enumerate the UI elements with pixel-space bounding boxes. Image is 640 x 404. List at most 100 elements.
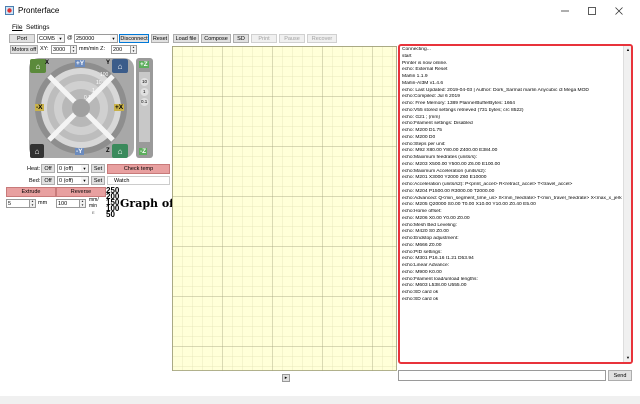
extrude-speed-unit-2: min	[89, 203, 98, 209]
xy-feedrate-spinner[interactable]: ▲ ▼	[70, 46, 76, 53]
disconnect-button[interactable]: Disconnect	[119, 34, 149, 43]
extrude-length-unit: mm	[38, 200, 48, 206]
home-y-button[interactable]: ⌂	[112, 59, 128, 73]
port-select[interactable]: COM5 ▼	[37, 34, 65, 43]
jog-y-plus[interactable]: +Y	[75, 60, 86, 67]
reset-button[interactable]: Reset	[151, 34, 169, 43]
extruder-e-label: E	[92, 210, 95, 215]
bed-select[interactable]: 0 (off) ▼	[57, 176, 89, 185]
console-line: echo: M900 K0.00	[402, 269, 442, 275]
jog-ring-0-1[interactable]: 0.1	[84, 95, 91, 101]
corner-y-label: Y	[106, 60, 111, 66]
console-line: echo: M203 X500.00 Y500.00 Z6.00 E100.00	[402, 161, 501, 167]
jog-ring-1[interactable]: 1	[92, 88, 95, 94]
jog-x-plus[interactable]: +X	[114, 104, 125, 111]
chevron-down-icon: ▼	[81, 165, 88, 172]
console-line: echo:Mesh Bed Leveling:	[402, 222, 457, 228]
compose-button[interactable]: Compose	[201, 34, 231, 43]
z-feedrate-value: 200	[113, 46, 123, 53]
print-bed-preview[interactable]	[172, 46, 397, 371]
scroll-up-icon[interactable]: ▲	[624, 46, 631, 54]
check-temp-button[interactable]: Check temp	[107, 164, 170, 174]
z-jog-control[interactable]	[136, 58, 153, 158]
console-line: echo: M205 Q20000 S0.00 T0.00 X10.00 Y10…	[402, 202, 536, 208]
baud-value: 250000	[76, 35, 95, 42]
menu-file[interactable]: File	[12, 24, 22, 31]
console-line: echo:Steps per unit:	[402, 141, 446, 147]
z-feedrate-spinner[interactable]: ▲ ▼	[130, 46, 136, 53]
minimize-button[interactable]	[558, 4, 572, 18]
print-button[interactable]: Print	[251, 34, 277, 43]
extrude-length-input[interactable]: 5 ▲ ▼	[6, 199, 36, 208]
home-icon: ⌂	[35, 61, 41, 71]
console-line: echo:PID settings:	[402, 249, 442, 255]
load-file-button[interactable]: Load file	[173, 34, 199, 43]
jog-z-plus[interactable]: +Z	[139, 61, 149, 68]
console-scrollbar[interactable]: ▲ ▼	[623, 46, 631, 362]
corner-x-label: X	[45, 60, 50, 66]
console-line: echo: M603 L538.00 U555.00	[402, 283, 467, 289]
console-line: echo:Home offset:	[402, 209, 442, 214]
pause-button[interactable]: Pause	[279, 34, 305, 43]
heat-value: 0 (off)	[59, 165, 74, 172]
console-line: echo:Advanced: Q<min_segment_time_us> S<…	[402, 195, 622, 201]
console-line: echo:SD card ok	[402, 296, 439, 302]
home-icon: ⌂	[117, 61, 123, 71]
z-feedrate-input[interactable]: 200 ▲ ▼	[111, 45, 137, 54]
xy-feedrate-input[interactable]: 3000 ▲ ▼	[51, 45, 77, 54]
command-input[interactable]	[398, 370, 606, 381]
console-line: echo:Linear Advance:	[402, 263, 450, 268]
reverse-button[interactable]: Reverse	[56, 187, 106, 197]
z-step-10[interactable]: 10	[142, 79, 147, 84]
layer-scroll-handle[interactable]: ▸	[282, 374, 290, 382]
console-line: Marlin-AI3M v1.4.6	[402, 80, 444, 86]
jog-x-minus[interactable]: -X	[35, 104, 44, 111]
heat-select[interactable]: 0 (off) ▼	[57, 164, 89, 173]
home-x-button[interactable]: ⌂	[30, 59, 46, 73]
z-step-0-1[interactable]: 0.1	[141, 99, 147, 104]
console-log[interactable]: Connecting... start Printer is now online.…	[398, 44, 633, 364]
scroll-down-icon[interactable]: ▼	[624, 354, 631, 362]
console-line: echo: Last Updated: 2019-04-03 | Author:…	[402, 87, 589, 93]
maximize-button[interactable]	[585, 4, 599, 18]
console-line: echo: M206 X0.00 Y0.00 Z0.00	[402, 215, 470, 221]
extrude-length-spinner[interactable]: ▲ ▼	[29, 200, 35, 207]
console-line: echo:Acceleration (units/s2): P<print_ac…	[402, 182, 573, 187]
home-all-button[interactable]: ⌂	[30, 144, 44, 158]
extrude-button[interactable]: Extrude	[6, 187, 56, 197]
console-line: echo: Free Memory: 1389 PlannerBufferByt…	[402, 101, 516, 106]
baud-select[interactable]: 250000 ▼	[74, 34, 118, 43]
close-window-button[interactable]	[612, 4, 626, 18]
chevron-down-icon: ▼	[110, 35, 117, 42]
jog-y-minus[interactable]: -Y	[75, 148, 84, 155]
console-line: echo:Maximum Acceleration (units/s2):	[402, 168, 486, 174]
extrude-speed-value: 100	[58, 200, 68, 207]
console-line: Connecting...	[402, 47, 431, 52]
home-z-button[interactable]: ⌂	[112, 144, 128, 158]
jog-z-minus[interactable]: -Z	[139, 148, 148, 155]
send-button[interactable]: Send	[608, 370, 632, 381]
sd-button[interactable]: SD	[233, 34, 249, 43]
z-step-1[interactable]: 1	[143, 89, 146, 94]
close-icon	[615, 7, 623, 15]
console-line: echo:SD card ok	[402, 290, 439, 295]
menu-settings[interactable]: Settings	[26, 24, 50, 31]
port-value: COM5	[39, 35, 55, 42]
bed-label: Bed:	[29, 178, 41, 184]
jog-ring-100[interactable]: 100	[100, 72, 108, 78]
motors-off-button[interactable]: Motors off	[10, 45, 38, 54]
heat-off-button[interactable]: Off	[41, 164, 55, 173]
recover-button[interactable]: Recover	[307, 34, 337, 43]
heat-set-button[interactable]: Set	[91, 164, 105, 173]
bed-set-button[interactable]: Set	[91, 176, 105, 185]
port-button[interactable]: Port	[9, 34, 35, 43]
bed-off-button[interactable]: Off	[41, 176, 55, 185]
minimize-icon	[561, 10, 569, 12]
at-label: @	[67, 35, 73, 41]
jog-ring-10[interactable]: 10	[96, 80, 102, 86]
extrude-speed-spinner[interactable]: ▲ ▼	[79, 200, 85, 207]
xy-feedrate-value: 3000	[53, 46, 66, 53]
menu-bar: File Settings	[0, 23, 640, 33]
extrude-speed-input[interactable]: 100 ▲ ▼	[56, 199, 86, 208]
watch-button[interactable]: Watch	[107, 176, 170, 185]
